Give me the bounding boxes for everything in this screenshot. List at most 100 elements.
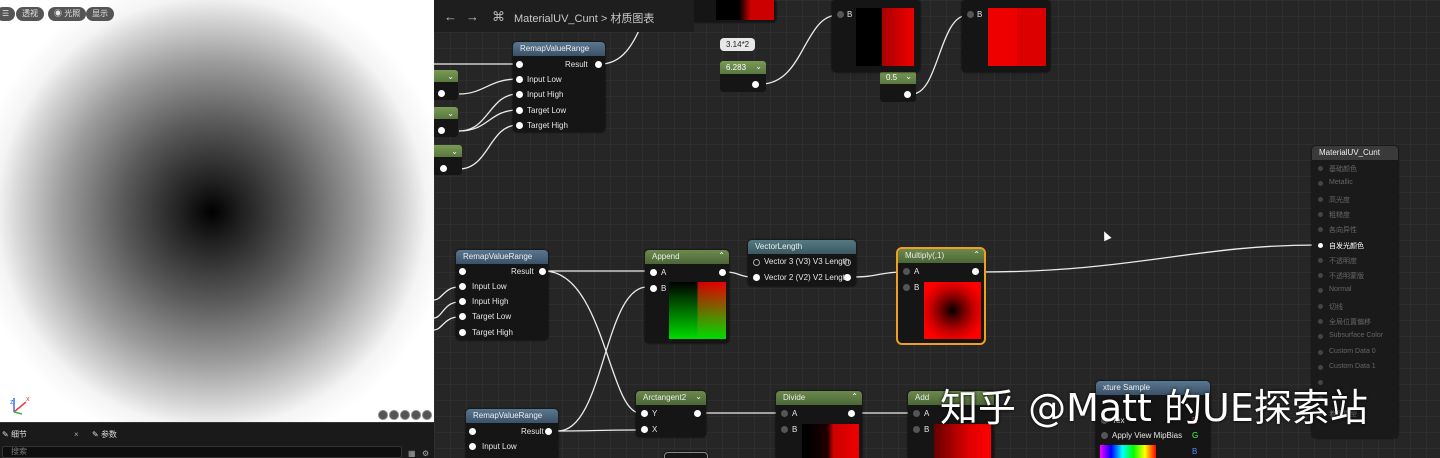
- result-pin[interactable]: 粗糙度: [1318, 210, 1350, 220]
- result-pin[interactable]: 各向异性: [1318, 225, 1357, 235]
- chevron-up-icon[interactable]: ⌃: [718, 251, 725, 260]
- input-pin[interactable]: [516, 61, 523, 68]
- input-pin[interactable]: [459, 283, 466, 290]
- scalar-param-node-3[interactable]: ⌄: [434, 145, 462, 175]
- close-details-tab-icon[interactable]: ×: [74, 427, 79, 442]
- cylinder-icon[interactable]: [378, 410, 388, 420]
- output-pin[interactable]: [752, 81, 759, 88]
- output-pin-g[interactable]: G: [1192, 431, 1198, 441]
- output-pin-b[interactable]: B: [1192, 447, 1197, 457]
- input-pin[interactable]: [967, 11, 974, 18]
- scalar-param-node-2[interactable]: ⌄: [434, 107, 458, 137]
- breadcrumb-graph[interactable]: 材质图表: [610, 13, 654, 25]
- output-pin[interactable]: [848, 410, 855, 417]
- output-pin[interactable]: [844, 259, 851, 266]
- input-pin[interactable]: [913, 426, 920, 433]
- input-pin[interactable]: [516, 122, 523, 129]
- input-pin[interactable]: [753, 274, 760, 281]
- show-button[interactable]: 显示: [86, 7, 114, 21]
- result-pin[interactable]: Custom Data 0: [1318, 348, 1376, 355]
- output-pin[interactable]: [545, 428, 552, 435]
- output-pin[interactable]: [844, 274, 851, 281]
- input-pin[interactable]: [1101, 432, 1108, 439]
- chevron-up-icon[interactable]: ⌃: [973, 250, 980, 259]
- remap-value-range-node-1[interactable]: RemapValueRange Result Input Low Input H…: [513, 42, 605, 132]
- top-node-half[interactable]: B: [962, 0, 1050, 72]
- details-search-input[interactable]: 搜索: [2, 446, 402, 458]
- input-pin[interactable]: [837, 11, 844, 18]
- chevron-up-icon[interactable]: ⌃: [851, 392, 858, 401]
- teapot-icon[interactable]: [422, 410, 432, 420]
- multiply-node[interactable]: Multiply(,1) ⌃ A B: [896, 247, 986, 345]
- partial-node[interactable]: [664, 452, 708, 458]
- top-node-step[interactable]: B: [832, 0, 920, 72]
- output-pin[interactable]: [904, 91, 911, 98]
- output-pin[interactable]: [440, 165, 447, 172]
- top-node-partial[interactable]: [692, 0, 776, 22]
- result-pin[interactable]: Subsurface Color: [1317, 332, 1383, 340]
- divide-node[interactable]: Divide ⌃ A B: [776, 391, 862, 458]
- output-pin[interactable]: [972, 268, 979, 275]
- lighting-button[interactable]: ◉ 光照: [48, 7, 87, 21]
- input-pin[interactable]: [781, 426, 788, 433]
- output-pin[interactable]: [438, 127, 445, 134]
- remap-value-range-node-2[interactable]: RemapValueRange Result Input Low Input H…: [456, 250, 548, 340]
- chevron-down-icon[interactable]: ⌄: [695, 392, 702, 401]
- input-pin[interactable]: [459, 329, 466, 336]
- result-pin-label: Result: [521, 427, 544, 436]
- input-pin[interactable]: [903, 284, 910, 291]
- result-pin[interactable]: 全局位置偏移: [1318, 317, 1371, 327]
- output-pin[interactable]: [438, 90, 445, 97]
- input-pin[interactable]: [459, 313, 466, 320]
- input-pin[interactable]: [516, 107, 523, 114]
- input-pin[interactable]: [641, 426, 648, 433]
- gear-icon[interactable]: ⚙: [422, 446, 429, 458]
- breadcrumb-material[interactable]: MaterialUV_Cunt: [514, 13, 598, 25]
- input-pin[interactable]: [913, 410, 920, 417]
- tab-details[interactable]: ✎ 细节: [2, 427, 27, 442]
- remap-value-range-node-3[interactable]: RemapValueRange Result Input Low: [466, 409, 558, 458]
- input-pin[interactable]: [516, 76, 523, 83]
- input-pin[interactable]: [650, 285, 657, 292]
- result-pin[interactable]: 切线: [1318, 302, 1343, 312]
- cube-icon[interactable]: [411, 410, 421, 420]
- input-pin[interactable]: [753, 259, 760, 266]
- result-pin[interactable]: 高光度: [1318, 195, 1350, 205]
- sphere-icon[interactable]: [389, 410, 399, 420]
- forward-arrow-icon[interactable]: →: [466, 9, 479, 24]
- output-pin[interactable]: [694, 410, 701, 417]
- input-pin[interactable]: [781, 410, 788, 417]
- input-pin[interactable]: [516, 91, 523, 98]
- back-arrow-icon[interactable]: ←: [444, 9, 457, 24]
- result-pin[interactable]: 基础颜色: [1318, 164, 1357, 174]
- constant-node-2pi[interactable]: 6.283 ⌄: [720, 61, 766, 92]
- input-pin[interactable]: [903, 268, 910, 275]
- result-pin[interactable]: Normal: [1318, 286, 1352, 294]
- output-pin[interactable]: [539, 268, 546, 275]
- output-pin[interactable]: [719, 269, 726, 276]
- result-pin[interactable]: 不透明蒙版: [1318, 271, 1364, 281]
- output-pin[interactable]: [595, 61, 602, 68]
- pin-label: Input Low: [472, 282, 507, 291]
- input-pin[interactable]: [469, 443, 476, 450]
- input-pin[interactable]: [459, 268, 466, 275]
- material-preview-viewport[interactable]: ☰ 透视 ◉ 光照 显示 z x: [0, 0, 434, 422]
- tab-params[interactable]: ✎ 参数: [92, 427, 117, 442]
- constant-node-half[interactable]: 0.5 ⌄: [880, 71, 916, 102]
- table-view-icon[interactable]: ▦: [408, 446, 416, 458]
- result-pin[interactable]: Custom Data 1: [1318, 363, 1376, 370]
- append-node[interactable]: Append ⌃ A B: [645, 250, 729, 343]
- scalar-param-node-1[interactable]: ⌄: [434, 70, 458, 100]
- input-pin[interactable]: [469, 428, 476, 435]
- viewport-menu-button[interactable]: ☰: [0, 7, 16, 21]
- input-pin[interactable]: [641, 410, 648, 417]
- result-pin[interactable]: Metallic: [1318, 179, 1353, 187]
- result-pin[interactable]: 不透明度: [1318, 256, 1357, 266]
- input-pin[interactable]: [459, 298, 466, 305]
- input-pin[interactable]: [650, 269, 657, 276]
- arctangent2-node[interactable]: Arctangent2 ⌄ Y X: [636, 391, 706, 437]
- result-pin[interactable]: 自发光颜色: [1318, 241, 1364, 251]
- plane-icon[interactable]: [400, 410, 410, 420]
- vector-length-node[interactable]: VectorLength Vector 3 (V3) V3 Length Vec…: [748, 240, 856, 286]
- perspective-button[interactable]: 透视: [16, 7, 44, 21]
